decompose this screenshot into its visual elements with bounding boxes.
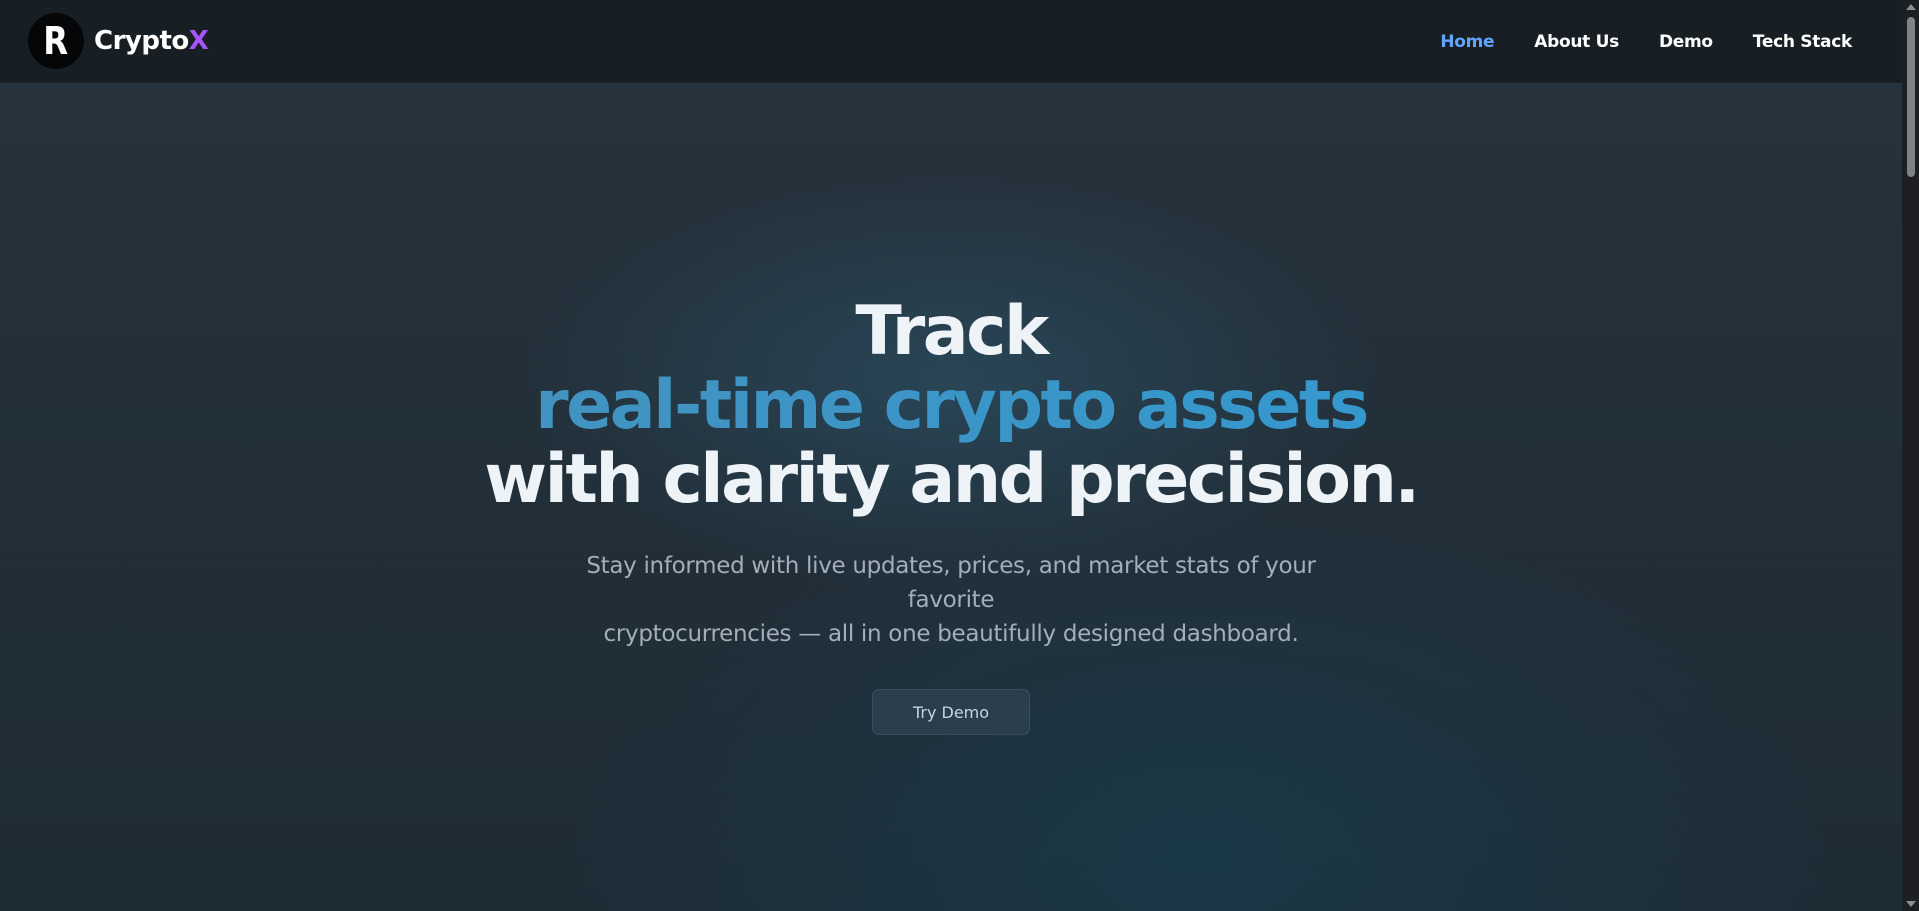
page: R CryptoX Home About Us Demo Tech Stack … [0, 0, 1902, 911]
scroll-down-arrow-icon[interactable] [1906, 901, 1916, 907]
hero-section: Track real-time crypto assets with clari… [0, 295, 1902, 735]
hero-subtitle-line-1: Stay informed with live updates, prices,… [586, 553, 1316, 613]
try-demo-button[interactable]: Try Demo [872, 689, 1030, 735]
vertical-scrollbar[interactable] [1902, 0, 1919, 911]
hero-heading-line-3: with clarity and precision. [484, 440, 1420, 519]
logo-icon: R [28, 13, 84, 69]
hero-heading-line-1: Track [855, 292, 1049, 371]
navbar: R CryptoX Home About Us Demo Tech Stack [0, 0, 1902, 83]
brand-name-main: Crypto [94, 26, 189, 56]
nav-links: Home About Us Demo Tech Stack [1400, 0, 1852, 83]
hero-subtitle: Stay informed with live updates, prices,… [541, 549, 1361, 651]
nav-link-about-us[interactable]: About Us [1534, 32, 1619, 52]
brand[interactable]: R CryptoX [28, 13, 209, 69]
logo-letter: R [43, 19, 69, 63]
brand-name: CryptoX [94, 26, 209, 56]
brand-name-accent: X [188, 26, 209, 56]
scrollbar-thumb[interactable] [1907, 17, 1915, 177]
nav-link-demo[interactable]: Demo [1659, 32, 1713, 52]
nav-link-home[interactable]: Home [1440, 32, 1494, 52]
nav-link-tech-stack[interactable]: Tech Stack [1753, 32, 1853, 52]
scroll-up-arrow-icon[interactable] [1906, 4, 1916, 10]
hero-heading-line-2: real-time crypto assets [0, 369, 1902, 443]
hero-subtitle-line-2: cryptocurrencies — all in one beautifull… [603, 621, 1299, 647]
